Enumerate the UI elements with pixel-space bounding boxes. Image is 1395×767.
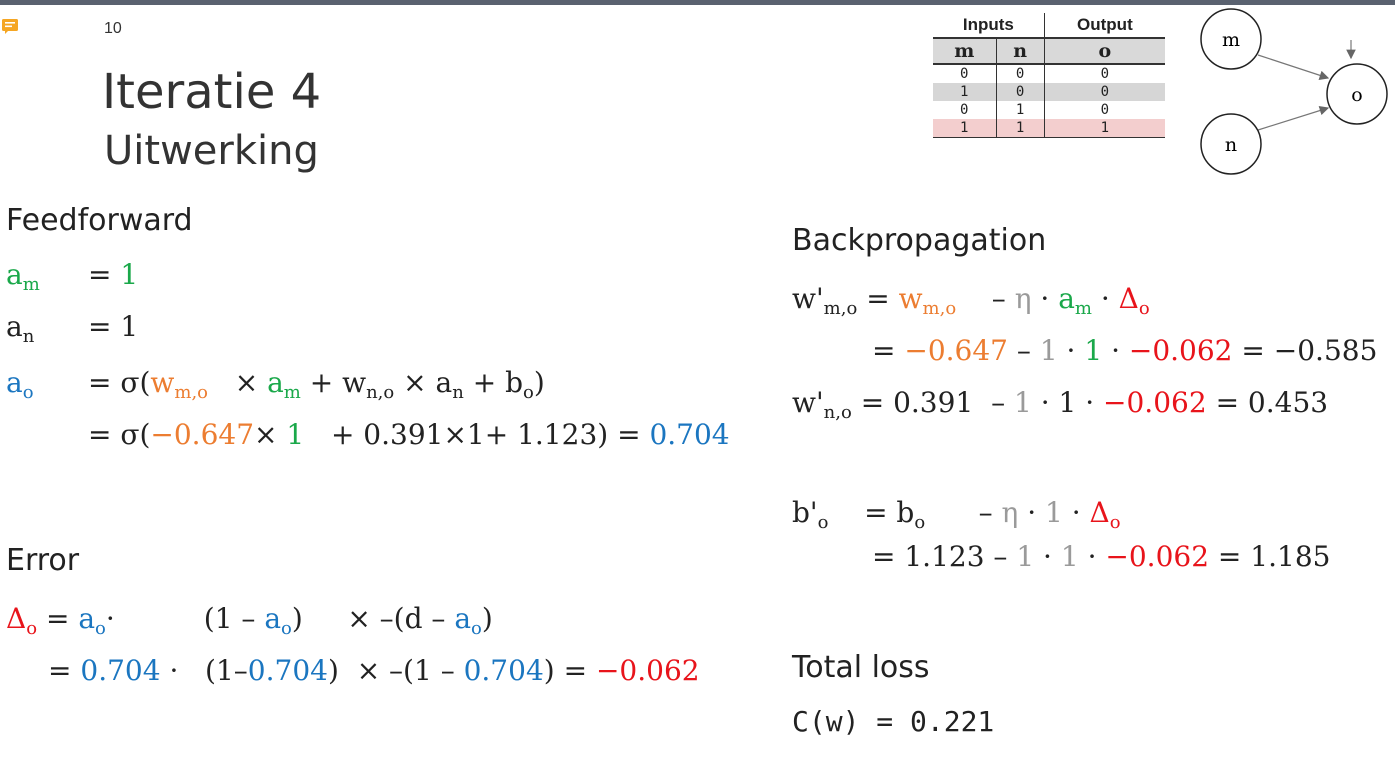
am-value-line: = 1	[88, 258, 139, 291]
table-cell: 0	[1044, 83, 1165, 101]
table-column-header: n	[996, 37, 1045, 65]
w-no-line: w'n,o = 0.391 – 1 · 1 · −0.062 = 0.453	[792, 386, 1329, 423]
ao-result: 0.704	[649, 418, 730, 451]
table-cell: 1	[933, 119, 997, 138]
slide-number: 10	[104, 20, 122, 37]
table-cell: 0	[996, 64, 1045, 83]
delta-result: −0.062	[595, 654, 700, 687]
node-n-label: n	[1225, 134, 1237, 156]
table-row: 1 0 0	[933, 83, 1165, 101]
feedforward-heading: Feedforward	[6, 203, 193, 238]
table-cell: 1	[933, 83, 997, 101]
table-column-header: m	[933, 37, 997, 65]
slide-title: Iteratie 4	[102, 64, 322, 120]
loss-formula: C(w) = 0.221	[792, 705, 995, 738]
table-cell: 0	[933, 101, 997, 119]
am-line: am	[6, 258, 40, 295]
table-column-header: o	[1044, 37, 1165, 65]
backprop-heading: Backpropagation	[792, 223, 1047, 258]
node-o-label: o	[1351, 84, 1362, 106]
w-mo-substitution: = −0.647 – 1 · 1 · −0.062 = −0.585	[872, 334, 1378, 367]
ao-substitution: = σ(−0.647× 1 + 0.391×1+ 1.123) = 0.704	[88, 418, 730, 451]
an-value: 1	[120, 310, 139, 343]
table-cell: 1	[996, 101, 1045, 119]
an-value-line: = 1	[88, 310, 139, 343]
w-no-result: = 0.453	[1215, 386, 1329, 419]
ao-line: ao	[6, 366, 34, 403]
table-group-header: Inputs	[933, 13, 1045, 38]
table-cell: 0	[933, 64, 997, 83]
am-value: 1	[120, 258, 139, 291]
table-row: 0 0 0	[933, 64, 1165, 83]
an-line: an	[6, 310, 35, 347]
table-row: 1 1 1	[933, 119, 1165, 138]
b-o-substitution: = 1.123 – 1 · 1 · −0.062 = 1.185	[872, 540, 1331, 573]
loss-heading: Total loss	[792, 650, 930, 685]
comment-icon[interactable]	[2, 19, 18, 34]
table-cell: 1	[996, 119, 1045, 138]
b-o-result: = 1.185	[1217, 540, 1331, 573]
ao-formula: = σ(wm,o × am + wn,o × an + bo)	[88, 366, 545, 403]
edge-m-o	[1257, 54, 1330, 80]
table-cell: 0	[996, 83, 1045, 101]
table-cell: 0	[1100, 66, 1110, 82]
table-row: 0 1 0	[933, 101, 1165, 119]
truth-table: Inputs Output m n o 0 0 0 1 0 0 0 1 0 1 …	[933, 13, 1165, 138]
table-cell: 1	[1044, 119, 1165, 138]
edge-n-o	[1257, 105, 1330, 131]
slide-subtitle: Uitwerking	[104, 128, 319, 174]
node-m-label: m	[1222, 29, 1240, 51]
network-diagram: m n o	[1200, 8, 1388, 175]
error-heading: Error	[6, 543, 80, 578]
delta-substitution: = 0.704 · (1–0.704) × –(1 – 0.704) = −0.…	[48, 654, 700, 687]
table-cell: 0	[1100, 102, 1110, 118]
table-group-header: Output	[1077, 15, 1133, 34]
w-mo-formula: w'm,o = wm,o – η · am · Δo	[792, 282, 1150, 319]
top-bar	[0, 0, 1395, 5]
delta-formula: Δo = ao· (1 – ao) × –(d – ao)	[6, 602, 493, 639]
w-mo-result: = −0.585	[1241, 334, 1378, 367]
b-o-formula: b'o = bo – η · 1 · Δo	[792, 496, 1121, 533]
